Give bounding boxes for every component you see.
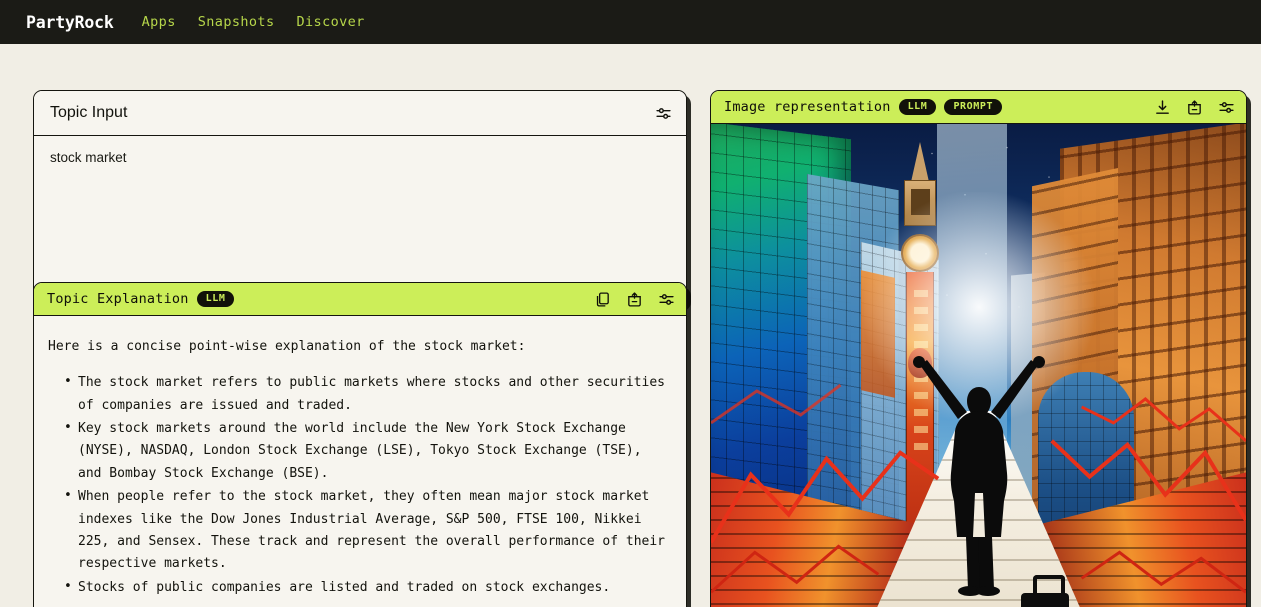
topic-input-title: Topic Input: [50, 104, 128, 121]
regenerate-icon[interactable]: [626, 291, 643, 308]
topic-explanation-body: Here is a concise point-wise explanation…: [34, 316, 686, 607]
app-canvas: Topic Input stock market Topic Explanati…: [0, 44, 1261, 607]
sliders-icon[interactable]: [658, 291, 675, 308]
image-representation-actions: [1154, 99, 1235, 116]
sliders-icon[interactable]: [1218, 99, 1235, 116]
sliders-icon[interactable]: [655, 105, 672, 122]
list-item: Key stock markets around the world inclu…: [46, 417, 670, 485]
regenerate-icon[interactable]: [1186, 99, 1203, 116]
nav-link-discover[interactable]: Discover: [296, 14, 364, 30]
copy-icon[interactable]: [594, 291, 611, 308]
suitcase: [1021, 575, 1070, 607]
explanation-bullet-list: The stock market refers to public market…: [46, 371, 670, 599]
llm-badge: LLM: [898, 99, 937, 115]
brand-logo[interactable]: PartyRock: [26, 13, 114, 32]
top-navigation-bar: PartyRock Apps Snapshots Discover: [0, 0, 1261, 44]
list-item: The stock market refers to public market…: [46, 371, 670, 417]
topic-explanation-title: Topic Explanation: [47, 291, 189, 307]
topic-explanation-card: Topic Explanation LLM Here is a concise …: [33, 282, 687, 607]
generated-image: Activate Windows: [711, 124, 1246, 607]
topic-explanation-actions: [594, 291, 675, 308]
list-item: Stocks of public companies are listed an…: [46, 576, 670, 599]
image-representation-title: Image representation: [724, 99, 891, 115]
explanation-intro: Here is a concise point-wise explanation…: [48, 339, 526, 354]
topic-input-field[interactable]: stock market: [34, 136, 686, 305]
topic-input-header: Topic Input: [34, 91, 686, 136]
download-icon[interactable]: [1154, 99, 1171, 116]
nav-link-apps[interactable]: Apps: [142, 14, 176, 30]
topic-explanation-header: Topic Explanation LLM: [34, 283, 686, 316]
image-representation-card: Image representation LLM PROMPT: [710, 90, 1247, 607]
image-representation-header: Image representation LLM PROMPT: [711, 91, 1246, 124]
topic-input-card: Topic Input stock market: [33, 90, 687, 306]
llm-badge: LLM: [196, 291, 235, 307]
prompt-badge: PROMPT: [944, 99, 1003, 115]
businessman-silhouette: [904, 351, 1054, 601]
list-item: When people refer to the stock market, t…: [46, 485, 670, 575]
nav-link-snapshots[interactable]: Snapshots: [198, 14, 275, 30]
